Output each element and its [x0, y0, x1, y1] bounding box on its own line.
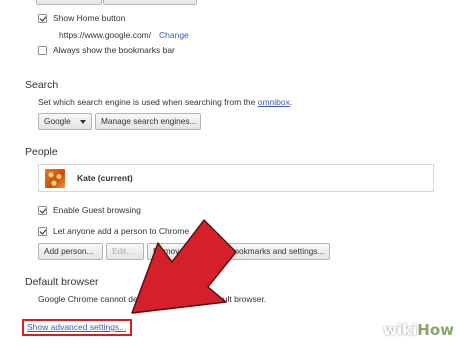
arrow-shape	[131, 219, 237, 314]
wikihow-watermark: wikiHow	[383, 321, 454, 339]
annotation-arrow-icon	[131, 219, 237, 314]
watermark-wiki: wiki	[383, 321, 418, 339]
watermark-how: How	[417, 321, 454, 339]
